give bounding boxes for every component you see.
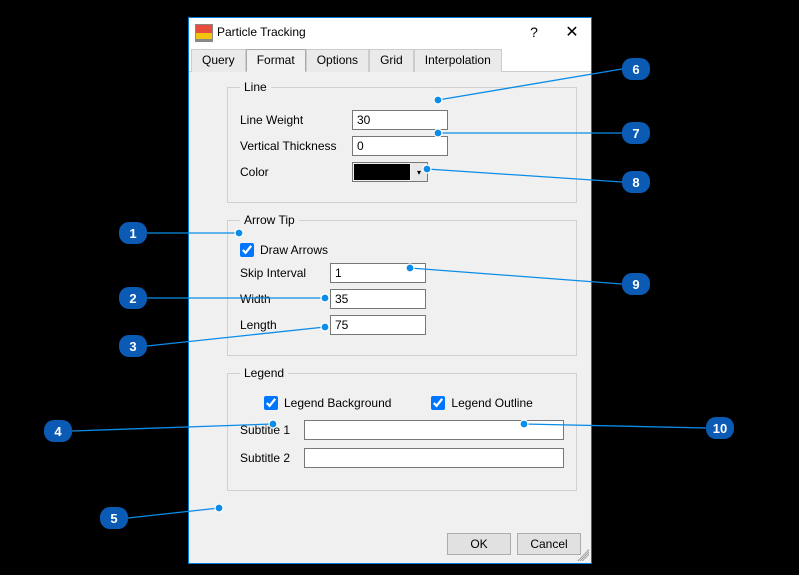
subtitle1-input[interactable] bbox=[304, 420, 564, 440]
callout-9: 9 bbox=[622, 273, 650, 295]
line-weight-label: Line Weight bbox=[240, 113, 352, 127]
subtitle2-input[interactable] bbox=[304, 448, 564, 468]
draw-arrows-checkbox[interactable] bbox=[240, 243, 254, 257]
tab-query[interactable]: Query bbox=[191, 49, 246, 72]
color-swatch-fill bbox=[354, 164, 410, 180]
resize-grip[interactable] bbox=[577, 549, 589, 561]
callout-7: 7 bbox=[622, 122, 650, 144]
tab-content-format: Line Line Weight Vertical Thickness Colo… bbox=[189, 72, 591, 527]
group-line: Line Line Weight Vertical Thickness Colo… bbox=[227, 80, 577, 203]
skip-interval-label: Skip Interval bbox=[240, 266, 330, 280]
callout-6: 6 bbox=[622, 58, 650, 80]
subtitle1-label: Subtitle 1 bbox=[240, 423, 304, 437]
callout-1: 1 bbox=[119, 222, 147, 244]
skip-interval-input[interactable] bbox=[330, 263, 426, 283]
line-weight-input[interactable] bbox=[352, 110, 448, 130]
ok-button[interactable]: OK bbox=[447, 533, 511, 555]
arrow-width-input[interactable] bbox=[330, 289, 426, 309]
callout-3: 3 bbox=[119, 335, 147, 357]
group-legend: Legend Legend Background Legend Outline … bbox=[227, 366, 577, 491]
tab-format[interactable]: Format bbox=[246, 49, 306, 72]
cancel-button[interactable]: Cancel bbox=[517, 533, 581, 555]
legend-background-label: Legend Background bbox=[284, 396, 391, 410]
tab-options[interactable]: Options bbox=[306, 49, 369, 72]
close-button[interactable]: ✕ bbox=[553, 18, 591, 46]
subtitle2-label: Subtitle 2 bbox=[240, 451, 304, 465]
group-arrow-legend: Arrow Tip bbox=[240, 213, 299, 227]
app-icon bbox=[195, 24, 211, 40]
group-legend-legend: Legend bbox=[240, 366, 288, 380]
title-bar: Particle Tracking ? ✕ bbox=[189, 18, 591, 46]
callout-10: 10 bbox=[706, 417, 734, 439]
callout-5: 5 bbox=[100, 507, 128, 529]
color-picker[interactable]: ▾ bbox=[352, 162, 428, 182]
legend-outline-checkbox[interactable] bbox=[431, 396, 445, 410]
color-label: Color bbox=[240, 165, 352, 179]
tab-grid[interactable]: Grid bbox=[369, 49, 414, 72]
group-arrow-tip: Arrow Tip Draw Arrows Skip Interval Widt… bbox=[227, 213, 577, 356]
arrow-width-label: Width bbox=[240, 292, 330, 306]
callout-8: 8 bbox=[622, 171, 650, 193]
legend-background-checkbox[interactable] bbox=[264, 396, 278, 410]
group-line-legend: Line bbox=[240, 80, 271, 94]
callout-4: 4 bbox=[44, 420, 72, 442]
legend-outline-label: Legend Outline bbox=[451, 396, 532, 410]
vertical-thickness-label: Vertical Thickness bbox=[240, 139, 352, 153]
help-button[interactable]: ? bbox=[515, 18, 553, 46]
chevron-down-icon: ▾ bbox=[411, 163, 427, 181]
callout-2: 2 bbox=[119, 287, 147, 309]
particle-tracking-dialog: Particle Tracking ? ✕ Query Format Optio… bbox=[188, 17, 592, 564]
legend-background-option[interactable]: Legend Background bbox=[264, 396, 391, 410]
tab-strip: Query Format Options Grid Interpolation bbox=[189, 46, 591, 72]
window-title: Particle Tracking bbox=[217, 25, 515, 39]
arrow-length-input[interactable] bbox=[330, 315, 426, 335]
draw-arrows-label: Draw Arrows bbox=[260, 243, 328, 257]
vertical-thickness-input[interactable] bbox=[352, 136, 448, 156]
tab-interpolation[interactable]: Interpolation bbox=[414, 49, 502, 72]
legend-outline-option[interactable]: Legend Outline bbox=[431, 396, 532, 410]
arrow-length-label: Length bbox=[240, 318, 330, 332]
dialog-button-bar: OK Cancel bbox=[189, 527, 591, 563]
